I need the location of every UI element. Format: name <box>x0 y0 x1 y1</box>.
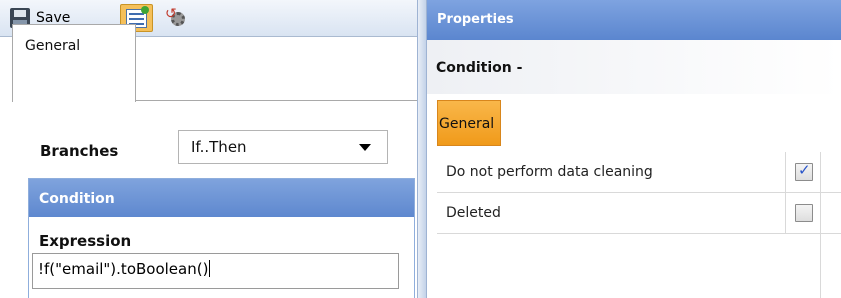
tab-divider <box>136 100 417 101</box>
properties-header: Properties <box>427 0 841 40</box>
refresh-button[interactable]: ↺ <box>162 4 190 32</box>
left-pane: Save ↺ General Branches If..Then Conditi… <box>0 0 417 298</box>
properties-tab-general[interactable]: General <box>437 100 501 146</box>
property-row-data-cleaning: Do not perform data cleaning ✓ <box>437 152 841 193</box>
property-name: Deleted <box>446 205 501 221</box>
chevron-down-icon[interactable] <box>359 144 371 151</box>
expression-input[interactable]: !f("email").toBoolean() <box>32 253 399 289</box>
deleted-checkbox[interactable] <box>795 204 813 222</box>
tab-general[interactable]: General <box>12 24 136 102</box>
condition-title: Condition - <box>427 40 841 94</box>
properties-pane: Properties Condition - General Do not pe… <box>427 0 841 298</box>
text-cursor <box>209 260 211 277</box>
check-mark-icon: ✓ <box>798 161 811 179</box>
branches-label: Branches <box>40 142 119 160</box>
condition-panel: Condition Expression !f("email").toBoole… <box>28 178 415 298</box>
pane-splitter[interactable] <box>417 0 427 298</box>
branches-value: If..Then <box>191 138 247 156</box>
expression-label: Expression <box>39 232 132 250</box>
properties-grid: Do not perform data cleaning ✓ Deleted <box>437 152 841 234</box>
grid-divider <box>820 152 821 298</box>
data-cleaning-checkbox[interactable]: ✓ <box>795 161 813 181</box>
condition-header[interactable]: Condition <box>29 179 414 217</box>
property-name: Do not perform data cleaning <box>446 164 653 180</box>
refresh-gear-icon: ↺ <box>165 7 187 28</box>
property-row-deleted: Deleted <box>437 193 841 234</box>
branches-select[interactable]: If..Then <box>178 130 388 164</box>
expression-value: !f("email").toBoolean() <box>38 260 209 278</box>
